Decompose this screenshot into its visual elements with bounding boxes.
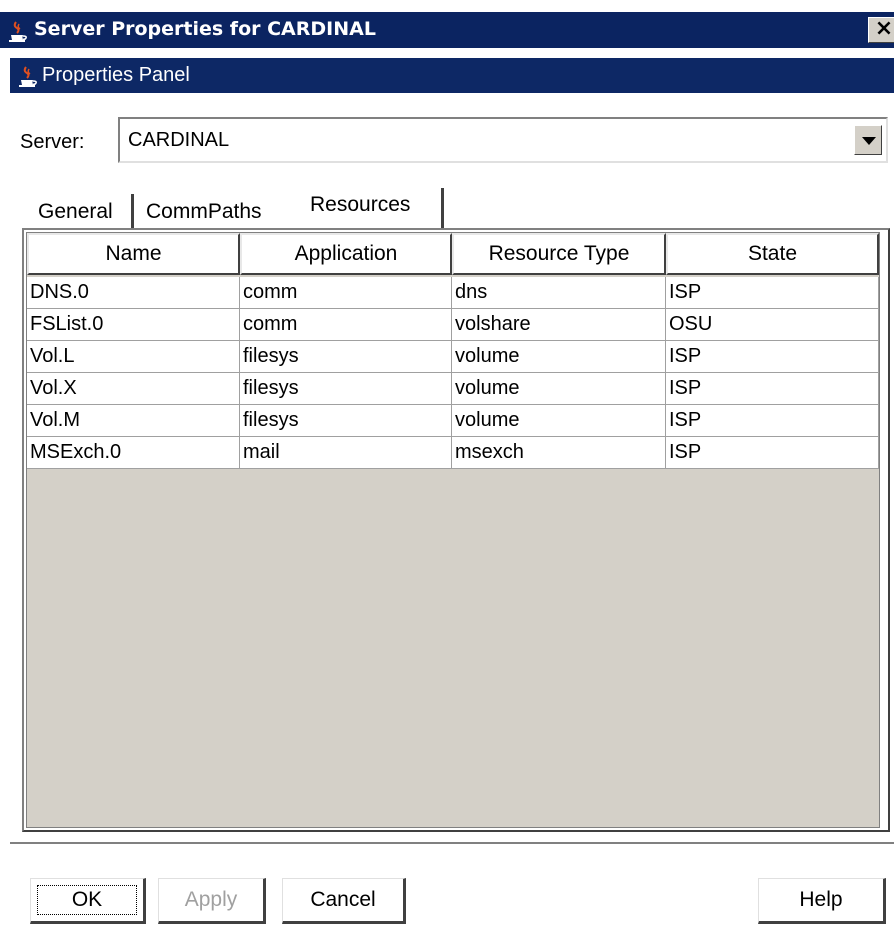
apply-button[interactable]: Apply (158, 878, 266, 924)
cell-name: Vol.L (27, 341, 240, 373)
close-icon: × (874, 16, 894, 41)
dropdown-button[interactable] (854, 125, 882, 155)
column-header-state[interactable]: State (666, 233, 879, 275)
cell-name: MSExch.0 (27, 437, 240, 469)
cell-resource-type: dns (452, 277, 666, 309)
column-header-resource-type[interactable]: Resource Type (452, 233, 666, 275)
cell-application: comm (240, 309, 452, 341)
tab-divider (131, 194, 134, 228)
cell-state: OSU (666, 309, 879, 341)
cell-name: Vol.M (27, 405, 240, 437)
java-cup-icon (9, 21, 27, 42)
server-select[interactable]: CARDINAL (118, 117, 888, 163)
cell-application: mail (240, 437, 452, 469)
cell-state: ISP (666, 373, 879, 405)
cell-name: FSList.0 (27, 309, 240, 341)
server-select-value: CARDINAL (128, 129, 230, 151)
column-header-application[interactable]: Application (240, 233, 452, 275)
ok-button-label: OK (71, 888, 103, 911)
table-row[interactable]: MSExch.0 mail msexch ISP (27, 437, 879, 469)
apply-button-label: Apply (184, 888, 238, 911)
help-button-label: Help (799, 888, 843, 911)
tab-general[interactable]: General (30, 188, 134, 230)
cell-resource-type: volume (452, 405, 666, 437)
ok-button[interactable]: OK (30, 878, 146, 924)
cancel-button-label: Cancel (310, 888, 376, 911)
resources-table[interactable]: Name Application Resource Type State DNS… (26, 232, 880, 828)
help-button[interactable]: Help (758, 878, 886, 924)
cell-state: ISP (666, 405, 879, 437)
table-row[interactable]: Vol.L filesys volume ISP (27, 341, 879, 373)
properties-panel-header: Properties Panel (10, 58, 894, 93)
cell-resource-type: volume (452, 373, 666, 405)
cancel-button[interactable]: Cancel (282, 878, 406, 924)
panel-title: Properties Panel (42, 64, 190, 86)
server-label: Server: (20, 131, 85, 153)
cell-state: ISP (666, 341, 879, 373)
table-row[interactable]: DNS.0 comm dns ISP (27, 277, 879, 309)
table-header: Name Application Resource Type State (27, 233, 879, 275)
tab-commpaths[interactable]: CommPaths (136, 188, 296, 230)
table-row[interactable]: FSList.0 comm volshare OSU (27, 309, 879, 341)
java-cup-icon (19, 66, 37, 87)
cell-name: Vol.X (27, 373, 240, 405)
cell-application: filesys (240, 405, 452, 437)
cell-application: filesys (240, 341, 452, 373)
cell-name: DNS.0 (27, 277, 240, 309)
window-title: Server Properties for CARDINAL (34, 18, 376, 40)
table-row[interactable]: Vol.X filesys volume ISP (27, 373, 879, 405)
cell-resource-type: msexch (452, 437, 666, 469)
tab-divider (441, 188, 444, 230)
cell-state: ISP (666, 277, 879, 309)
cell-state: ISP (666, 437, 879, 469)
tab-resources[interactable]: Resources (298, 188, 444, 230)
tab-general-label: General (38, 200, 113, 223)
triangle-down-icon (862, 137, 876, 145)
tab-commpaths-label: CommPaths (146, 200, 262, 223)
table-row[interactable]: Vol.M filesys volume ISP (27, 405, 879, 437)
cell-resource-type: volume (452, 341, 666, 373)
close-button[interactable]: × (868, 17, 894, 43)
window-titlebar: Server Properties for CARDINAL × (0, 12, 894, 48)
cell-resource-type: volshare (452, 309, 666, 341)
cell-application: comm (240, 277, 452, 309)
tab-resources-label: Resources (310, 193, 411, 216)
divider (10, 842, 894, 846)
cell-application: filesys (240, 373, 452, 405)
column-header-name[interactable]: Name (27, 233, 240, 275)
